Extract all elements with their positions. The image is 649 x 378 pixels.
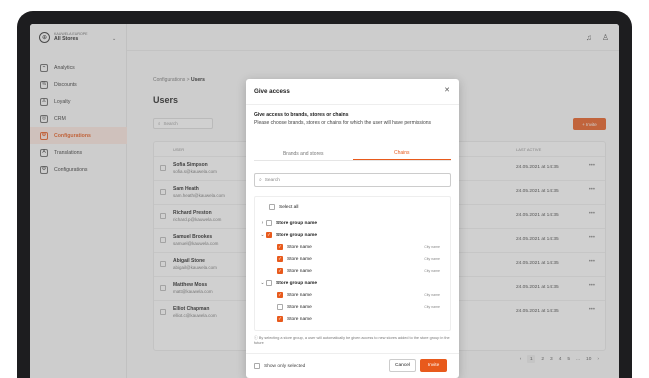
chevron-down-icon[interactable]: ⌄ bbox=[259, 232, 266, 238]
chain-tree: Select all › Store group name ⌄ ✓ Store grou… bbox=[254, 196, 451, 331]
screen: ⊕ KAUWELA EUROPE All Stores ⌄ ⌁ Analytics… bbox=[30, 24, 619, 378]
select-all-checkbox[interactable] bbox=[269, 204, 275, 210]
store-group-row[interactable]: ⌄ Store group name bbox=[255, 277, 450, 289]
give-access-modal: Give access ✕ Give access to brands, sto… bbox=[246, 79, 459, 378]
info-note: ⓘ By selecting a store group, a user wil… bbox=[254, 336, 451, 347]
tab-brands-and-stores[interactable]: Brands and stores bbox=[254, 147, 353, 160]
info-note-text: By selecting a store group, a user will … bbox=[254, 336, 450, 346]
tree-label: Store group name bbox=[276, 232, 318, 238]
tree-label: Store group name bbox=[276, 220, 318, 226]
tree-checkbox[interactable]: ✓ bbox=[277, 316, 283, 322]
show-only-selected-checkbox[interactable] bbox=[254, 363, 260, 369]
tab-chains[interactable]: Chains bbox=[352, 147, 451, 160]
tree-label: Store name bbox=[287, 244, 312, 250]
modal-invite-button[interactable]: Invite bbox=[420, 359, 447, 372]
store-group-row[interactable]: ⌄ ✓ Store group name bbox=[255, 229, 450, 241]
store-row[interactable]: ✓ Store name bbox=[255, 313, 450, 325]
divider bbox=[246, 104, 459, 105]
chevron-down-icon[interactable]: ⌄ bbox=[259, 280, 266, 286]
laptop-frame: ⊕ KAUWELA EUROPE All Stores ⌄ ⌁ Analytics… bbox=[17, 11, 632, 378]
tree-label: Store name bbox=[287, 256, 312, 262]
tree-label: Store group name bbox=[276, 280, 318, 286]
show-only-selected-label: Show only selected bbox=[264, 363, 306, 369]
modal-search-placeholder: Search bbox=[264, 177, 280, 183]
city-name: City name bbox=[424, 245, 440, 249]
select-all-row[interactable]: Select all bbox=[255, 201, 450, 213]
store-row[interactable]: ✓ Store name City name bbox=[255, 241, 450, 253]
tree-checkbox[interactable] bbox=[277, 304, 283, 310]
chevron-right-icon[interactable]: › bbox=[259, 220, 266, 226]
tree-checkbox[interactable]: ✓ bbox=[277, 244, 283, 250]
tree-checkbox[interactable]: ✓ bbox=[266, 232, 272, 238]
cancel-button[interactable]: Cancel bbox=[389, 359, 416, 372]
tree-checkbox[interactable] bbox=[266, 220, 272, 226]
show-only-selected-toggle[interactable]: Show only selected bbox=[254, 363, 305, 369]
tree-label: Store name bbox=[287, 316, 312, 322]
tree-checkbox[interactable]: ✓ bbox=[277, 256, 283, 262]
store-row[interactable]: ✓ Store name City name bbox=[255, 265, 450, 277]
store-row[interactable]: ✓ Store name City name bbox=[255, 253, 450, 265]
modal-search-input[interactable]: ⌕ Search bbox=[254, 173, 451, 187]
tree-checkbox[interactable] bbox=[266, 280, 272, 286]
select-all-label: Select all bbox=[279, 204, 299, 210]
store-row[interactable]: ✓ Store name City name bbox=[255, 289, 450, 301]
modal-subtitle: Give access to brands, stores or chains bbox=[254, 112, 349, 118]
modal-footer: Show only selected Cancel Invite bbox=[246, 353, 459, 378]
store-group-row[interactable]: › Store group name bbox=[255, 217, 450, 229]
city-name: City name bbox=[424, 257, 440, 261]
city-name: City name bbox=[424, 305, 440, 309]
city-name: City name bbox=[424, 293, 440, 297]
modal-title: Give access bbox=[254, 88, 290, 95]
city-name: City name bbox=[424, 269, 440, 273]
tree-label: Store name bbox=[287, 268, 312, 274]
modal-description: Please choose brands, stores or chains f… bbox=[254, 120, 432, 126]
close-icon[interactable]: ✕ bbox=[444, 86, 450, 94]
tree-label: Store name bbox=[287, 292, 312, 298]
modal-tabs: Brands and stores Chains bbox=[254, 147, 451, 161]
store-row[interactable]: Store name City name bbox=[255, 301, 450, 313]
tree-checkbox[interactable]: ✓ bbox=[277, 292, 283, 298]
search-icon: ⌕ bbox=[259, 178, 262, 183]
tree-checkbox[interactable]: ✓ bbox=[277, 268, 283, 274]
tree-label: Store name bbox=[287, 304, 312, 310]
